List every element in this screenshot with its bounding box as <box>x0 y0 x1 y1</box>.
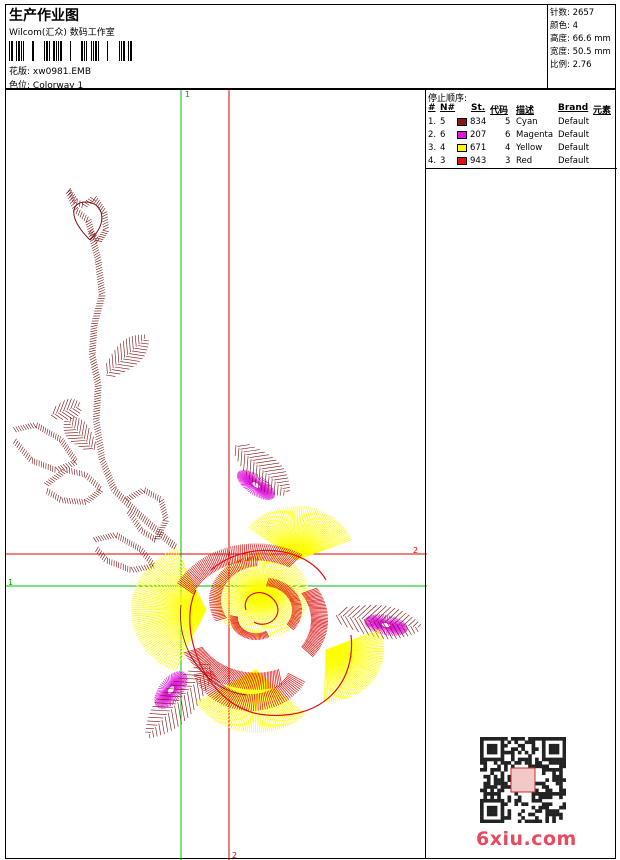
row-index: 4. <box>428 156 437 166</box>
subtitle: Wilcom(汇众) 数码工作室 <box>9 28 115 38</box>
row-code: 6 <box>505 130 511 140</box>
header-panel: 生产作业图 Wilcom(汇众) 数码工作室 花版: xw0981.EMB 色位… <box>5 4 616 91</box>
row-brand: Default <box>558 117 590 127</box>
col-header-element: 元素 <box>593 106 612 116</box>
green-axis-label-left: 1 <box>8 578 13 587</box>
branch-stitches <box>13 188 177 573</box>
page-title: 生产作业图 <box>9 8 79 24</box>
design-label: 花版: <box>9 67 31 77</box>
row-desc: Red <box>516 156 533 166</box>
stat-height: 高度: 66.6 mm <box>550 34 611 44</box>
stat-stitches: 针数: 2657 <box>550 8 595 18</box>
stat-width: 宽度: 50.5 mm <box>550 47 611 57</box>
row-brand: Default <box>558 156 590 166</box>
stat-colors: 颜色: 4 <box>550 21 578 31</box>
design-value: xw0981.EMB <box>32 67 91 77</box>
row-code: 3 <box>505 156 511 166</box>
table-divider <box>426 168 617 169</box>
color-swatch <box>457 144 467 152</box>
row-desc: Yellow <box>516 143 543 153</box>
stats-panel: 针数: 2657 颜色: 4 高度: 66.6 mm 宽度: 50.5 mm 比… <box>547 5 616 89</box>
stat-scale: 比例: 2.76 <box>550 60 592 70</box>
row-needle: 5 <box>440 117 446 127</box>
red-axis-label-right: 2 <box>413 546 418 555</box>
col-header-code: 代码 <box>490 106 509 116</box>
color-swatch <box>457 131 467 139</box>
row-index: 3. <box>428 143 437 153</box>
row-stitches: 943 <box>470 156 487 166</box>
color-swatch <box>457 118 467 126</box>
color-swatch <box>457 157 467 165</box>
row-code: 5 <box>505 117 511 127</box>
row-needle: 6 <box>440 130 446 140</box>
col-header-brand: Brand <box>558 103 589 113</box>
row-index: 1. <box>428 117 437 127</box>
rose-stitches <box>130 444 422 739</box>
col-header-desc: 描述 <box>516 106 535 116</box>
embroidery-design: 1 1 2 2 <box>6 90 427 860</box>
red-axis-label-bottom: 2 <box>232 851 237 860</box>
row-needle: 4 <box>440 143 446 153</box>
barcode-image <box>9 41 132 61</box>
col-header-index: # <box>428 103 436 113</box>
col-header-needle: N# <box>440 103 456 113</box>
row-code: 4 <box>505 143 511 153</box>
design-name-row: 花版: xw0981.EMB <box>9 64 91 77</box>
row-stitches: 207 <box>470 130 487 140</box>
row-desc: Magenta <box>516 130 554 140</box>
row-index: 2. <box>428 130 437 140</box>
qr-code-image <box>480 737 566 823</box>
col-header-stitches: St. <box>471 103 486 113</box>
row-needle: 3 <box>440 156 446 166</box>
design-canvas[interactable]: 1 1 2 2 <box>5 89 427 860</box>
green-axis-label-top: 1 <box>185 90 190 99</box>
row-desc: Cyan <box>516 117 538 127</box>
row-stitches: 671 <box>470 143 487 153</box>
row-stitches: 834 <box>470 117 487 127</box>
row-brand: Default <box>558 143 590 153</box>
watermark-text: 6xiu.com <box>476 828 577 850</box>
row-brand: Default <box>558 130 590 140</box>
